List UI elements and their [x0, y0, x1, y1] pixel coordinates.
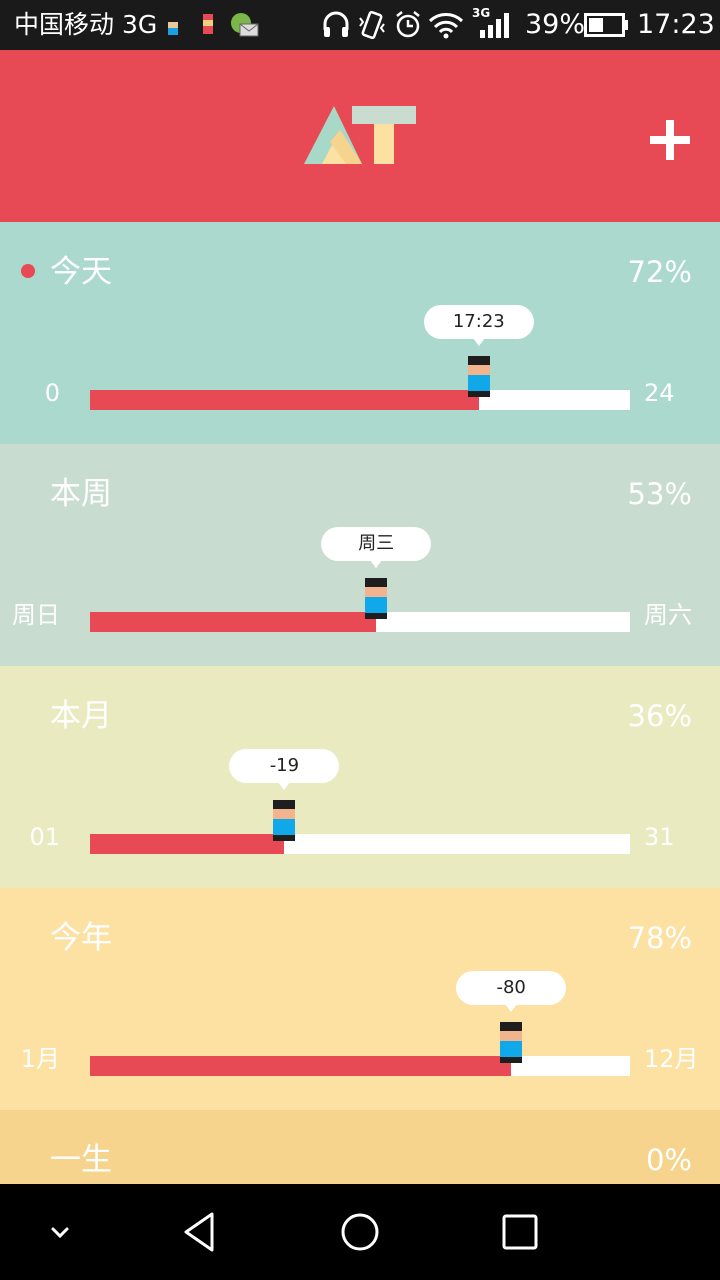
carrier-label: 中国移动 3G — [14, 10, 158, 39]
section-title: 本周 — [50, 476, 112, 512]
section-week[interactable]: 本周 53% 周日 周六 周三 — [0, 444, 720, 666]
range-end-label: 周六 — [644, 601, 692, 629]
section-percent: 78% — [627, 921, 692, 955]
alarm-icon — [396, 11, 420, 38]
range-start-label: 1月 — [20, 1045, 60, 1073]
person-avatar-icon — [467, 356, 490, 398]
section-life[interactable]: 一生 0% — [0, 1110, 720, 1184]
battery-percent: 39% — [525, 9, 586, 40]
marker-bubble: -80 — [456, 971, 567, 1005]
range-end-label: 31 — [644, 823, 675, 851]
add-button[interactable] — [642, 112, 698, 168]
status-bar: 中国移动 3G 3G 39% 17:23 — [0, 0, 720, 50]
section-year[interactable]: 今年 78% 1月 12月 -80 — [0, 888, 720, 1110]
marker-bubble: 周三 — [321, 527, 432, 561]
system-nav-bar — [0, 1184, 720, 1280]
range-end-label: 24 — [644, 379, 675, 407]
section-title: 一生 — [50, 1142, 112, 1178]
section-month[interactable]: 本月 36% 01 31 -19 — [0, 666, 720, 888]
mail-notification-icon — [231, 13, 259, 37]
clock: 17:23 — [637, 9, 715, 40]
range-end-label: 12月 — [644, 1045, 699, 1073]
person-avatar-icon — [500, 1022, 523, 1064]
person-avatar-icon — [273, 800, 296, 842]
progress-fill — [90, 390, 479, 410]
app-header — [0, 50, 720, 222]
current-indicator-dot — [21, 264, 35, 278]
recents-icon[interactable] — [498, 1210, 542, 1254]
person-avatar-icon — [365, 578, 388, 620]
section-percent: 36% — [627, 699, 692, 733]
progress-track — [90, 390, 630, 410]
signal-icon — [480, 13, 509, 38]
section-today[interactable]: 今天 72% 0 24 17:23 — [0, 222, 720, 444]
marker-bubble: 17:23 — [423, 305, 534, 339]
progress-fill — [90, 834, 285, 854]
chevron-down-icon[interactable] — [38, 1210, 82, 1254]
vibrate-icon — [359, 10, 385, 40]
progress-fill — [90, 1056, 512, 1076]
progress-track — [90, 1056, 630, 1076]
section-percent: 0% — [645, 1143, 692, 1177]
wifi-icon — [428, 13, 464, 39]
progress-track — [90, 612, 630, 632]
marker-bubble: -19 — [229, 749, 340, 783]
progress-track — [90, 834, 630, 854]
app-logo — [304, 106, 416, 164]
app-notification-icon — [168, 22, 178, 35]
section-title: 本月 — [50, 698, 112, 734]
range-start-label: 01 — [29, 823, 60, 851]
section-title: 今年 — [50, 920, 112, 956]
section-title: 今天 — [50, 254, 112, 290]
back-icon[interactable] — [178, 1210, 222, 1254]
range-start-label: 0 — [44, 379, 60, 407]
battery-icon — [584, 13, 628, 37]
section-percent: 53% — [627, 477, 692, 511]
app-notification-icon — [203, 14, 213, 34]
section-percent: 72% — [627, 255, 692, 289]
range-start-label: 周日 — [12, 601, 60, 629]
progress-fill — [90, 612, 377, 632]
headphones-icon — [323, 11, 349, 37]
home-icon[interactable] — [338, 1210, 382, 1254]
